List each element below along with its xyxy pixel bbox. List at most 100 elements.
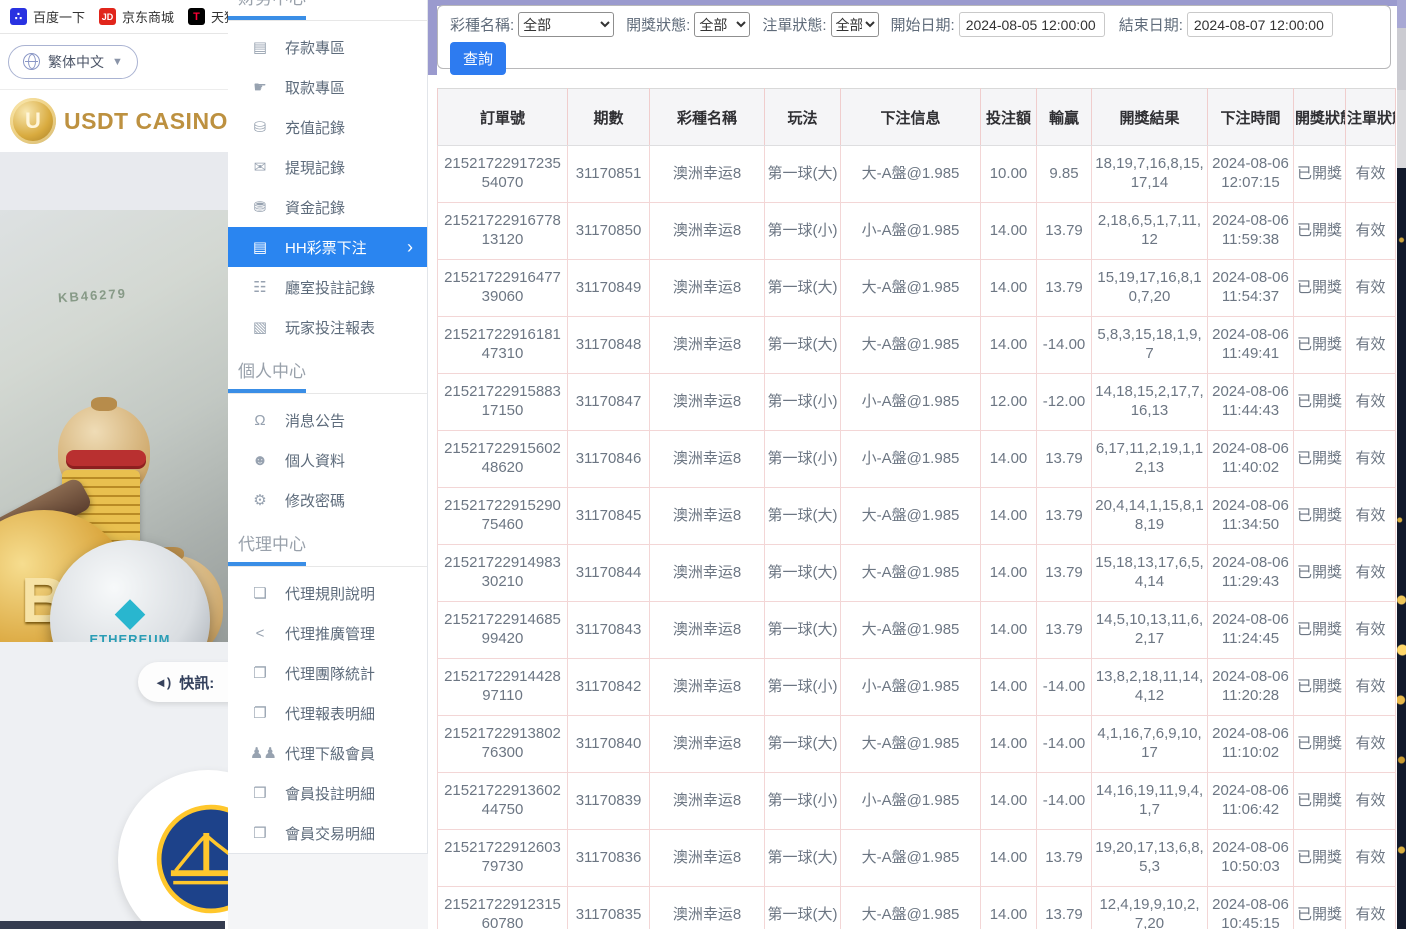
sidebar-item-active[interactable]: ▤HH彩票下注› — [228, 227, 427, 267]
table-cell: 31170851 — [568, 146, 650, 203]
table-cell: 31170843 — [568, 602, 650, 659]
table-cell: 2152172291723554070 — [438, 146, 568, 203]
sidebar-footer-space — [228, 854, 428, 929]
agent-promo-icon: < — [250, 625, 270, 642]
order-status-select[interactable]: 全部 — [831, 12, 879, 37]
table-cell: 31170836 — [568, 830, 650, 887]
baidu-favicon-icon: ∴ — [10, 8, 27, 25]
bookmark-label: 京东商城 — [122, 7, 174, 26]
sidebar-item[interactable]: ☷ 廳室投註記錄 — [228, 267, 427, 307]
sidebar-item[interactable]: ❐ 代理報表明細 — [228, 693, 427, 733]
table-cell: 14.00 — [981, 203, 1037, 260]
table-cell: 13.79 — [1037, 602, 1092, 659]
draw-status-select[interactable]: 全部 — [694, 12, 750, 37]
sidebar-item-label: 會員交易明細 — [285, 823, 375, 844]
browser-bookmarks-bar: ∴百度一下 JD京东商城 T天猫 — [0, 0, 228, 34]
section-underline — [228, 389, 427, 394]
table-cell: 小-A盤@1.985 — [841, 374, 981, 431]
table-cell: 2024-08-06 11:40:02 — [1208, 431, 1294, 488]
end-date-input[interactable] — [1187, 12, 1333, 37]
news-ticker[interactable]: ◄) 快訊: — [138, 662, 228, 702]
table-cell: 澳洲幸运8 — [650, 317, 765, 374]
order-status-label: 注單狀態: — [762, 14, 826, 35]
table-cell: 31170840 — [568, 716, 650, 773]
table-cell: 已開獎 — [1294, 260, 1346, 317]
lottery-name-select[interactable]: 全部 — [518, 12, 614, 37]
sidebar-item[interactable]: ♟♟代理下級會員 — [228, 733, 427, 773]
recharge-record-icon: ⛁ — [250, 118, 270, 136]
chevron-right-icon: › — [407, 238, 413, 256]
table-cell: 大-A盤@1.985 — [841, 602, 981, 659]
language-row: 繁体中文 ▼ — [0, 34, 228, 90]
bookmark-jd[interactable]: JD京东商城 — [99, 7, 174, 26]
table-cell: 第一球(小) — [765, 203, 841, 260]
table-cell: 14.00 — [981, 887, 1037, 929]
table-cell: 9.85 — [1037, 146, 1092, 203]
banknote-serial-text: KB46279 — [58, 286, 128, 306]
withdraw-icon: ☛ — [250, 78, 270, 96]
column-header: 開獎結果 — [1092, 89, 1208, 146]
sidebar-item[interactable]: ▤存款專區 — [228, 27, 427, 67]
sidebar-item-label: 代理規則說明 — [285, 583, 375, 604]
language-label: 繁体中文 — [48, 52, 104, 72]
table-cell: 已開獎 — [1294, 146, 1346, 203]
table-cell: 13,8,2,18,11,14,4,12 — [1092, 659, 1208, 716]
agent-team-stats-icon: ❐ — [250, 664, 270, 682]
table-row: 215217229156024862031170846澳洲幸运8第一球(小)小-… — [438, 431, 1396, 488]
table-cell: 13.79 — [1037, 203, 1092, 260]
bookmark-baidu[interactable]: ∴百度一下 — [10, 7, 85, 26]
sidebar-item[interactable]: ☻個人資料 — [228, 440, 427, 480]
sidebar-item[interactable]: ▧玩家投注報表 — [228, 307, 427, 347]
table-row: 215217229144289711031170842澳洲幸运8第一球(小)小-… — [438, 659, 1396, 716]
query-button[interactable]: 查詢 — [450, 42, 506, 75]
sidebar-section-title: 個人中心 — [228, 347, 427, 389]
bottom-dark-strip — [0, 921, 225, 929]
table-cell: 13.79 — [1037, 887, 1092, 929]
sidebar-item[interactable]: ⚙修改密碼 — [228, 480, 427, 520]
bookmark-tmall[interactable]: T天猫 — [188, 7, 228, 26]
sidebar-item[interactable]: ⛃資金記錄 — [228, 187, 427, 227]
table-cell: 有效 — [1346, 317, 1396, 374]
player-bet-report-icon: ▧ — [250, 318, 270, 336]
table-cell: 2,18,6,5,1,7,11,12 — [1092, 203, 1208, 260]
table-row: 215217229164773906031170849澳洲幸运8第一球(大)大-… — [438, 260, 1396, 317]
team-logo-icon[interactable] — [152, 800, 228, 918]
language-selector[interactable]: 繁体中文 ▼ — [8, 45, 138, 79]
sidebar-section-title: 财务中心 — [228, 0, 427, 16]
table-cell: 有效 — [1346, 203, 1396, 260]
table-cell: 2024-08-06 11:59:38 — [1208, 203, 1294, 260]
sidebar-item[interactable]: ❐代理團隊統計 — [228, 653, 427, 693]
column-header: 訂單號 — [438, 89, 568, 146]
sidebar-item[interactable]: ☛取款專區 — [228, 67, 427, 107]
sidebar-item[interactable]: ❏代理規則說明 — [228, 573, 427, 613]
promo-banner-image: KB46279 B ◆ ETHEREUM — [0, 210, 228, 642]
sidebar-item[interactable]: ✉提現記錄 — [228, 147, 427, 187]
table-cell: 31170835 — [568, 887, 650, 929]
table-row: 215217229152907546031170845澳洲幸运8第一球(大)大-… — [438, 488, 1396, 545]
agent-report-icon: ❐ — [250, 704, 270, 722]
table-cell: 已開獎 — [1294, 887, 1346, 929]
password-icon: ⚙ — [250, 491, 270, 509]
table-cell: 14.00 — [981, 317, 1037, 374]
sidebar-item-label: 代理報表明細 — [285, 703, 375, 724]
sidebar-item[interactable]: <代理推廣管理 — [228, 613, 427, 653]
sidebar-item[interactable]: ❒ 會員交易明細 — [228, 813, 427, 853]
member-transactions-icon: ❒ — [250, 824, 270, 842]
room-bet-record-icon: ☷ — [250, 278, 270, 296]
sidebar-item-label: 廳室投註記錄 — [285, 277, 375, 298]
sidebar-item[interactable]: Ω消息公告 — [228, 400, 427, 440]
start-date-input[interactable] — [959, 12, 1105, 37]
table-cell: 2152172291380276300 — [438, 716, 568, 773]
table-cell: 2024-08-06 11:20:28 — [1208, 659, 1294, 716]
table-cell: 15,19,17,16,8,10,7,20 — [1092, 260, 1208, 317]
table-row: 215217229167781312031170850澳洲幸运8第一球(小)小-… — [438, 203, 1396, 260]
sidebar-item[interactable]: ❒會員投註明細 — [228, 773, 427, 813]
table-cell: 31170849 — [568, 260, 650, 317]
draw-status-label: 開獎狀態: — [626, 14, 690, 35]
table-cell: 有效 — [1346, 659, 1396, 716]
sidebar-item[interactable]: ⛁充值記錄 — [228, 107, 427, 147]
table-cell: 有效 — [1346, 431, 1396, 488]
table-cell: 14.00 — [981, 488, 1037, 545]
column-header: 玩法 — [765, 89, 841, 146]
column-header: 期數 — [568, 89, 650, 146]
